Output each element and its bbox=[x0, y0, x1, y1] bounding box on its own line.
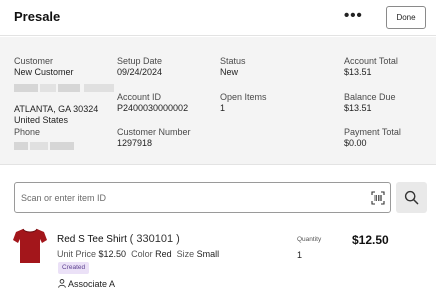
header-bar: Presale ••• Done bbox=[0, 0, 436, 36]
payment-total-value: $0.00 bbox=[344, 138, 367, 148]
balance-due-value: $13.51 bbox=[344, 103, 372, 113]
tee-shirt-icon bbox=[12, 227, 48, 265]
customer-number-value: 1297918 bbox=[117, 138, 153, 148]
account-summary: Customer New Customer ATLANTA, GA 30324 … bbox=[0, 37, 436, 165]
phone-label: Phone bbox=[14, 127, 41, 137]
account-id-label: Account ID bbox=[117, 92, 162, 102]
associate: Associate A bbox=[58, 279, 115, 289]
open-items-value: 1 bbox=[220, 103, 226, 113]
account-id-value: P2400030000002 bbox=[117, 103, 189, 113]
customer-number-label: Customer Number bbox=[117, 127, 191, 137]
person-icon bbox=[58, 279, 66, 288]
status-badge: Created bbox=[58, 262, 90, 274]
unit-price-value: $12.50 bbox=[98, 249, 127, 259]
status-label: Status bbox=[220, 56, 246, 66]
item-name: Red S Tee Shirt ( 330101 ) bbox=[57, 233, 180, 245]
done-button[interactable]: Done bbox=[386, 6, 426, 29]
item-search-box bbox=[14, 182, 391, 213]
setup-date-label: Setup Date bbox=[117, 56, 163, 66]
line-item[interactable]: Red S Tee Shirt ( 330101 ) Unit Price $1… bbox=[0, 222, 436, 297]
associate-name: Associate A bbox=[68, 279, 116, 289]
customer-address-redacted bbox=[14, 82, 114, 93]
item-search-row bbox=[0, 166, 436, 221]
quantity-label: Quantity bbox=[297, 236, 322, 243]
item-details: Unit Price $12.50 Color Red Size Small bbox=[57, 249, 219, 259]
account-total-value: $13.51 bbox=[344, 67, 372, 77]
color-value: Red bbox=[155, 249, 172, 259]
customer-country: United States bbox=[14, 115, 69, 125]
customer-label: Customer bbox=[14, 56, 54, 66]
account-total-label: Account Total bbox=[344, 56, 398, 66]
balance-due-label: Balance Due bbox=[344, 92, 396, 102]
size-value: Small bbox=[196, 249, 220, 259]
color-label: Color bbox=[131, 249, 153, 259]
more-options-button[interactable]: ••• bbox=[344, 7, 363, 24]
setup-date-value: 09/24/2024 bbox=[117, 67, 163, 77]
search-button[interactable] bbox=[396, 182, 427, 213]
barcode-scan-icon[interactable] bbox=[371, 191, 385, 205]
unit-price-label: Unit Price bbox=[57, 249, 97, 259]
item-id-input[interactable] bbox=[21, 190, 351, 206]
search-icon bbox=[404, 190, 419, 205]
payment-total-label: Payment Total bbox=[344, 127, 401, 137]
item-name-text: Red S Tee Shirt bbox=[57, 234, 127, 245]
phone-redacted bbox=[14, 140, 74, 151]
open-items-label: Open Items bbox=[220, 92, 267, 102]
quantity-value[interactable]: 1 bbox=[297, 250, 302, 260]
item-price: $12.50 bbox=[352, 233, 389, 247]
size-label: Size bbox=[176, 249, 195, 259]
page-title: Presale bbox=[14, 9, 61, 24]
status-value: New bbox=[220, 67, 239, 77]
item-sku: ( 330101 ) bbox=[129, 233, 180, 245]
customer-city: ATLANTA, GA 30324 bbox=[14, 104, 99, 114]
customer-name[interactable]: New Customer bbox=[14, 67, 74, 78]
